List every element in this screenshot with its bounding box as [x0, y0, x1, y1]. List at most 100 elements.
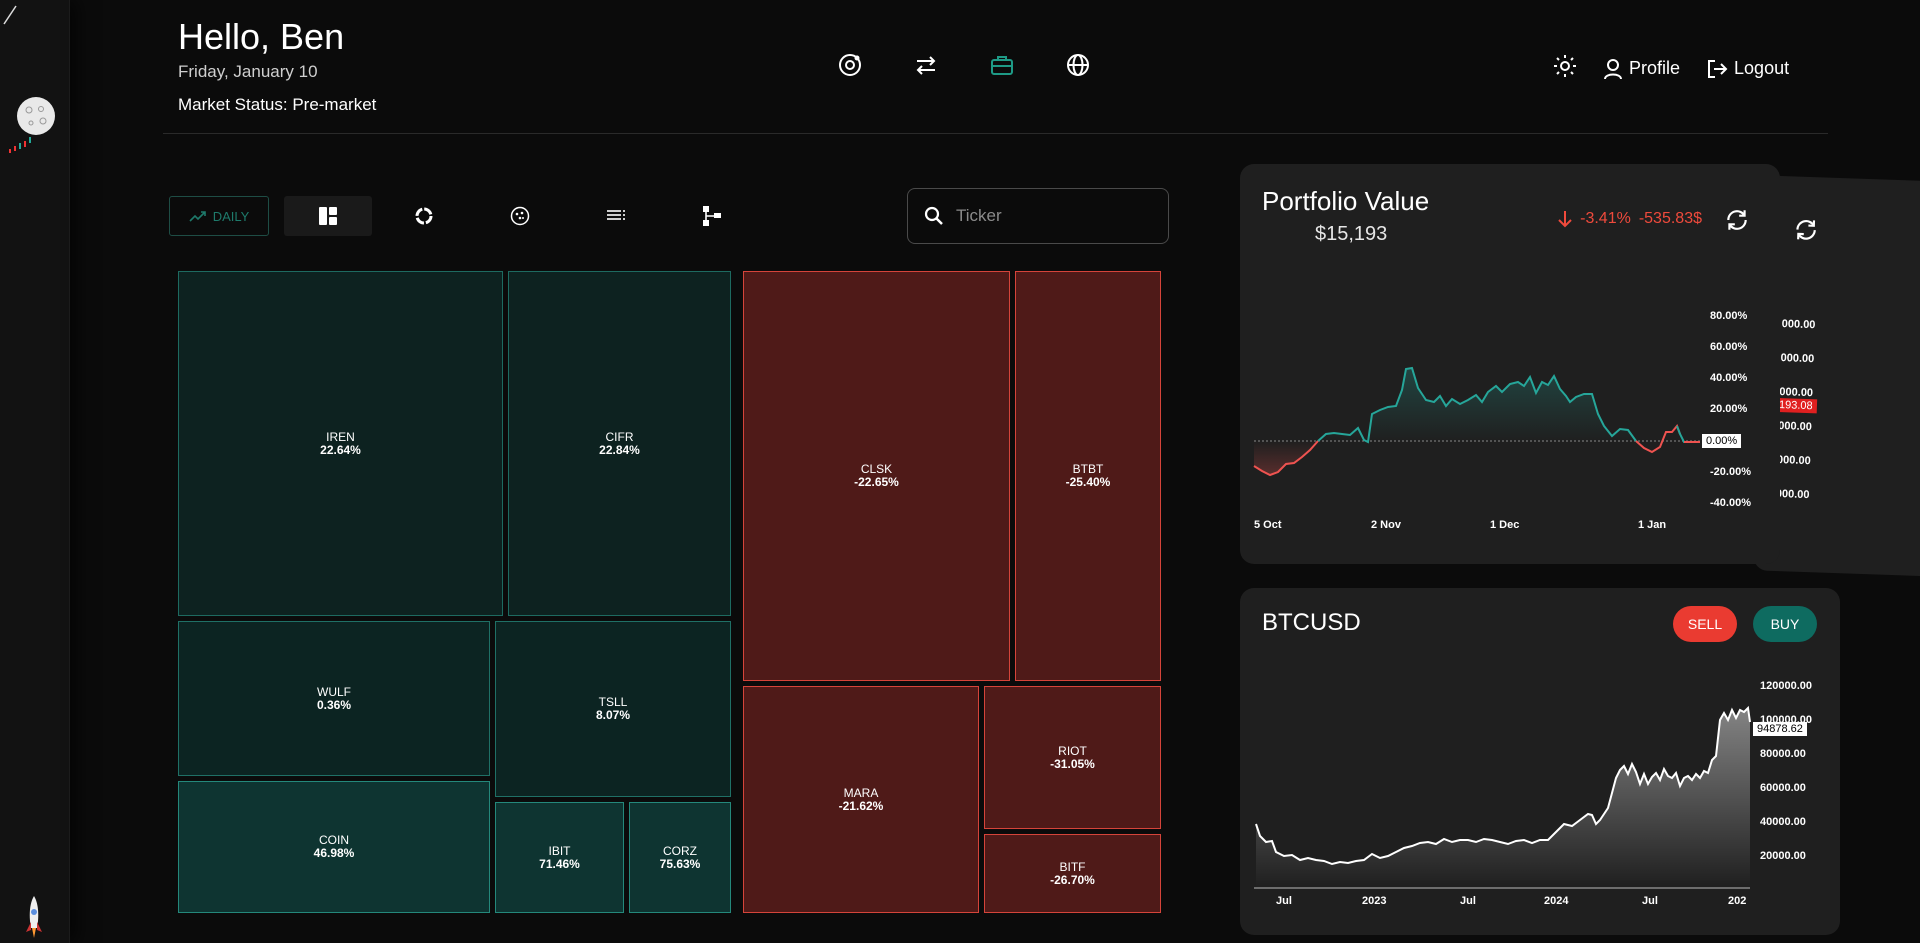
y-axis-tick: -40.00% [1710, 497, 1751, 509]
x-axis-tick: 1 Jan [1638, 519, 1667, 531]
y-axis-tick: 60000.00 [1760, 782, 1806, 794]
treemap-tile[interactable]: MARA -21.62% [743, 686, 979, 913]
x-axis-tick: 202 [1728, 895, 1747, 907]
axis-tick: 000.00 [1780, 352, 1815, 366]
trend-icon [189, 211, 206, 222]
y-axis-tick: 20.00% [1710, 403, 1748, 415]
tile-change: -25.40% [1065, 475, 1111, 489]
ticker-search[interactable] [907, 188, 1169, 244]
tile-ticker: RIOT [1058, 743, 1087, 758]
timeframe-label: DAILY [212, 208, 250, 224]
swap-icon[interactable] [911, 50, 940, 79]
y-axis-tick: 80.00% [1710, 310, 1748, 322]
y-axis-tick: 60.00% [1710, 341, 1748, 353]
logout-icon [1708, 59, 1728, 78]
tile-change: 22.64% [320, 442, 361, 457]
axis-tick: 000.00 [1775, 487, 1810, 502]
globe-icon[interactable] [1063, 50, 1092, 79]
portfolio-card: Portfolio Value $15,193 -3.41% -535.83$ … [1240, 164, 1780, 564]
tile-change: -26.70% [1050, 872, 1095, 887]
donut-icon [415, 207, 433, 225]
moon-logo-icon[interactable] [17, 97, 55, 135]
profile-button[interactable]: Profile [1603, 58, 1680, 80]
hierarchy-view-button[interactable] [668, 196, 756, 236]
x-axis-tick: 2023 [1362, 895, 1387, 907]
treemap-tile[interactable]: CLSK -22.65% [743, 271, 1010, 681]
treemap-tile[interactable]: CORZ 75.63% [629, 802, 731, 913]
timeframe-button[interactable]: DAILY [169, 196, 269, 236]
briefcase-icon[interactable] [987, 50, 1016, 79]
treemap-tile[interactable]: CIFR 22.84% [508, 271, 731, 616]
y-axis-tick: -20.00% [1710, 466, 1751, 478]
tile-ticker: MARA [843, 785, 879, 800]
y-axis-tick: 40000.00 [1760, 816, 1806, 828]
price-marker: 94878.62 [1753, 722, 1807, 736]
treemap-tile[interactable]: COIN 46.98% [178, 781, 490, 913]
header: Hello, Ben Friday, January 10 Market Sta… [163, 0, 1828, 134]
list-icon [607, 210, 625, 220]
tile-ticker: IBIT [548, 843, 571, 858]
greeting: Hello, Ben [178, 16, 345, 57]
tile-change: 75.63% [659, 856, 701, 871]
y-axis-tick: 120000.00 [1760, 680, 1812, 692]
dots-circle-icon [510, 206, 530, 226]
tile-ticker: CIFR [605, 429, 634, 444]
rocket-icon[interactable] [22, 894, 46, 940]
user-icon [1604, 58, 1622, 79]
tile-ticker: WULF [317, 684, 351, 699]
header-actions: Profile Logout [1553, 54, 1789, 83]
y-axis-tick: 80000.00 [1760, 748, 1806, 760]
x-axis-tick: 2 Nov [1371, 519, 1401, 531]
tile-change: -21.62% [838, 798, 884, 813]
x-axis-tick: 5 Oct [1254, 519, 1282, 531]
tile-ticker: CORZ [663, 843, 697, 858]
search-icon [924, 206, 943, 225]
treemap-icon [319, 207, 337, 225]
slash-icon [3, 5, 17, 25]
theme-sun-icon[interactable] [1553, 54, 1577, 83]
refresh-icon[interactable] [1793, 216, 1820, 243]
treemap-tile[interactable]: BITF -26.70% [984, 834, 1161, 913]
x-axis-tick: Jul [1460, 895, 1476, 907]
donut-view-button[interactable] [380, 196, 468, 236]
tile-change: -22.65% [854, 475, 899, 489]
tile-change: 71.46% [539, 856, 580, 871]
bubble-view-button[interactable] [476, 196, 564, 236]
treemap-tile[interactable]: RIOT -31.05% [984, 686, 1161, 829]
treemap-tile[interactable]: IBIT 71.46% [495, 802, 624, 913]
axis-tick: 000.00 [1781, 318, 1816, 332]
main-nav [835, 50, 1092, 79]
treemap-tile[interactable]: WULF 0.36% [178, 621, 490, 776]
logout-button[interactable]: Logout [1706, 58, 1789, 80]
current-value-marker: 0.00% [1702, 434, 1742, 448]
x-axis-tick: 2024 [1544, 895, 1569, 907]
treemap-view-button[interactable] [284, 196, 372, 236]
treemap-tile[interactable]: IREN 22.64% [178, 271, 503, 616]
current-date: Friday, January 10 [178, 62, 318, 81]
tile-ticker: IREN [326, 429, 355, 444]
tile-change: -31.05% [1050, 756, 1095, 771]
treemap-tile[interactable]: BTBT -25.40% [1015, 271, 1161, 681]
side-rail [0, 0, 70, 943]
portfolio-chart [1253, 366, 1700, 477]
x-axis-tick: Jul [1642, 895, 1658, 907]
list-view-button[interactable] [572, 196, 660, 236]
axis-tick: 000.00 [1778, 420, 1813, 434]
tile-change: 0.36% [316, 697, 352, 712]
orbit-icon[interactable] [835, 50, 864, 79]
axis-tick: 000.00 [1776, 453, 1811, 468]
tile-ticker: BITF [1059, 859, 1086, 874]
y-axis-tick: 20000.00 [1760, 850, 1806, 862]
profile-label: Profile [1629, 58, 1681, 78]
btc-chart [1254, 705, 1751, 889]
tile-change: 46.98% [313, 846, 355, 860]
btc-card: BTCUSD SELL BUY 120000.00 100000.00 9487… [1240, 588, 1840, 935]
tile-change: 8.07% [595, 708, 631, 722]
ticker-search-input[interactable] [956, 206, 1146, 226]
tile-change: 22.84% [599, 442, 640, 457]
treemap-tile[interactable]: TSLL 8.07% [495, 621, 731, 797]
hierarchy-icon [703, 206, 721, 226]
market-status: Market Status: Pre-market [178, 95, 377, 114]
y-axis-tick: 40.00% [1710, 372, 1748, 384]
logout-label: Logout [1734, 58, 1790, 78]
